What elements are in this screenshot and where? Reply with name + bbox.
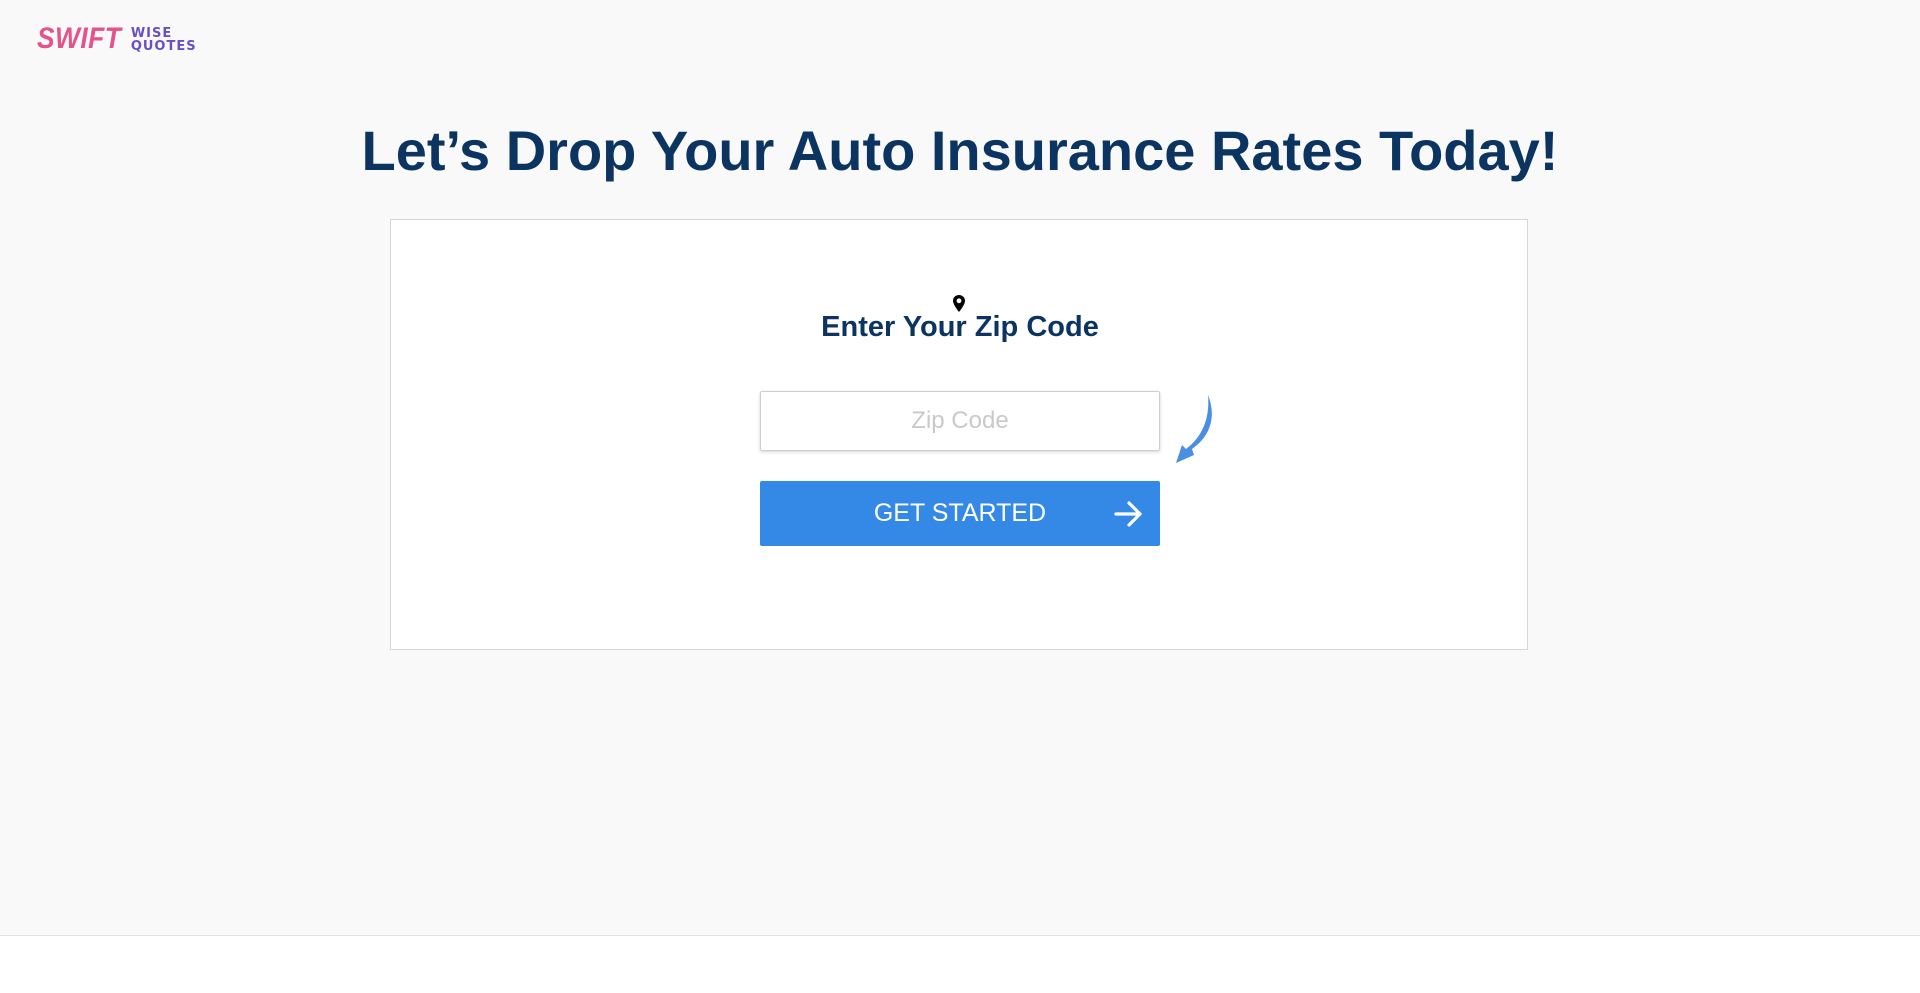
logo-stack: WISE QUOTES (131, 27, 197, 53)
logo[interactable]: SWIFT WISE QUOTES (37, 22, 197, 56)
get-started-button[interactable]: GET STARTED (760, 481, 1160, 546)
curved-arrow-icon (1176, 395, 1212, 463)
logo-swift-text: SWIFT (37, 22, 122, 55)
footer (0, 936, 1920, 993)
zip-code-input[interactable] (760, 391, 1160, 451)
zip-heading: Enter Your Zip Code (821, 311, 1099, 343)
logo-quotes-text: QUOTES (130, 39, 197, 54)
page-headline: Let’s Drop Your Auto Insurance Rates Tod… (361, 119, 1559, 182)
get-started-label: GET STARTED (873, 499, 1047, 527)
page: SWIFT WISE QUOTES Let’s Drop Your Auto I… (0, 0, 1920, 993)
arrow-right-icon (1114, 501, 1142, 527)
